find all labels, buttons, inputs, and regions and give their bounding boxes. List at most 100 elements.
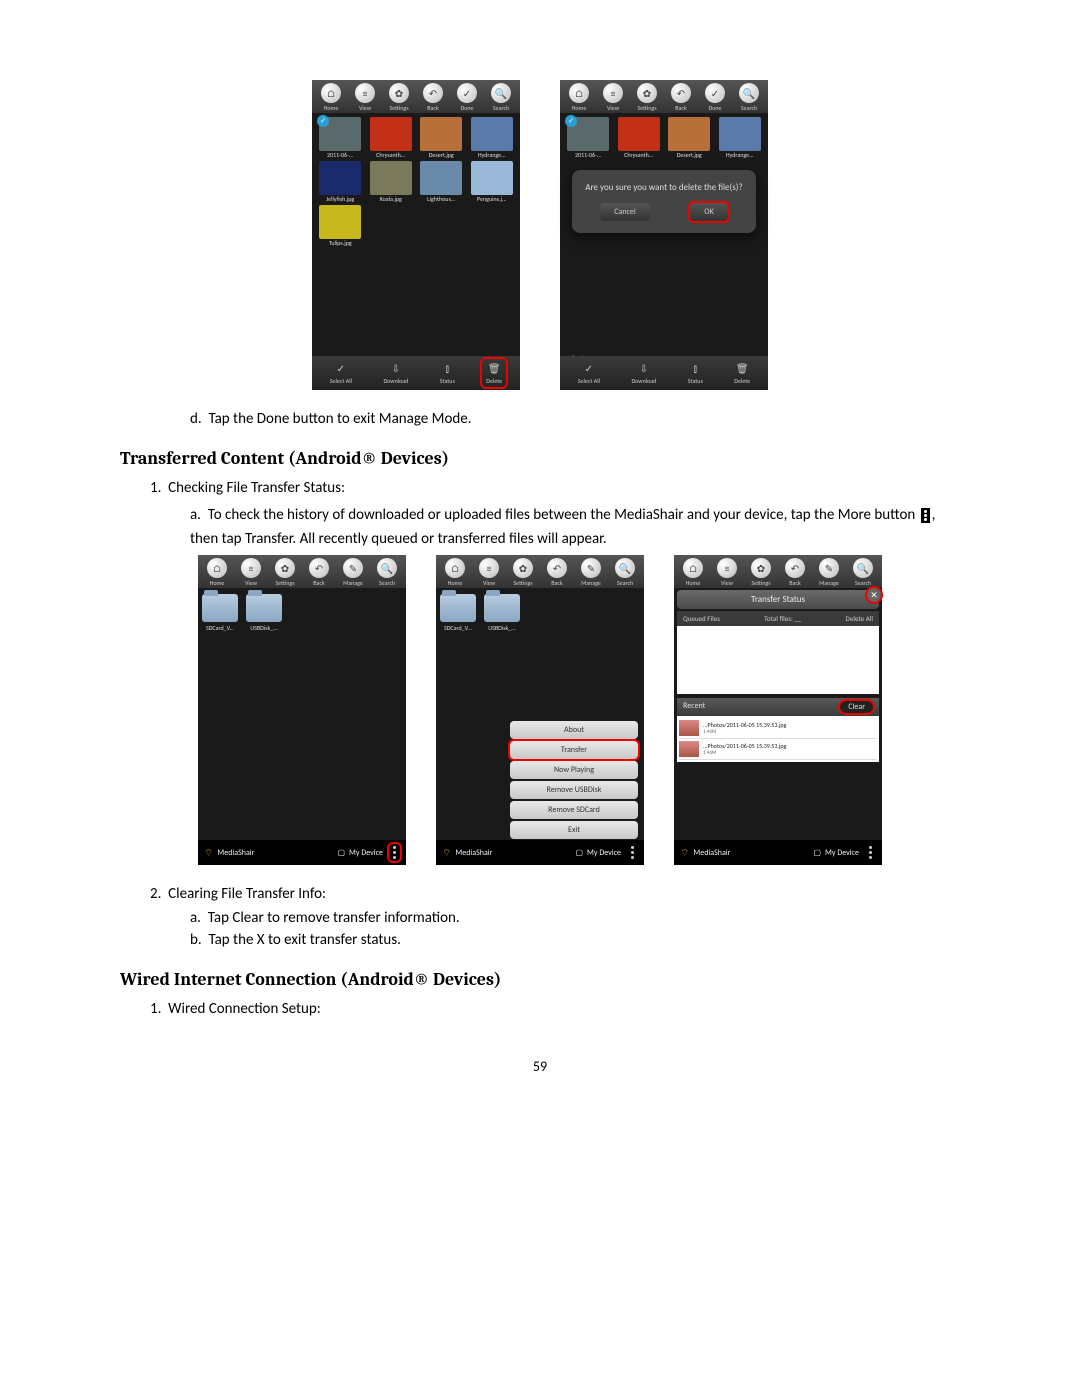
toolbar-settings[interactable]: ✿Settings bbox=[513, 558, 533, 587]
thumbnail[interactable]: Tulips.jpg bbox=[316, 205, 365, 247]
folder[interactable]: SDCard_V... bbox=[440, 594, 476, 632]
thumbnail[interactable]: Penguins.j... bbox=[468, 161, 517, 203]
toolbar-home[interactable]: ⌂Home bbox=[321, 83, 341, 112]
thumbnail[interactable]: Lighthous... bbox=[417, 161, 466, 203]
toolbar-search[interactable]: 🔍Search bbox=[615, 558, 635, 587]
close-icon[interactable]: ✕ bbox=[867, 588, 881, 602]
cancel-button[interactable]: Cancel bbox=[600, 203, 650, 221]
home-icon: ⌂ bbox=[569, 83, 589, 103]
thumbnail[interactable]: 2011-06-... bbox=[564, 117, 613, 159]
thumbnail[interactable]: Koala.jpg bbox=[367, 161, 416, 203]
toolbar-search[interactable]: 🔍Search bbox=[491, 83, 511, 112]
thumbnail[interactable]: Jellyfish.jpg bbox=[316, 161, 365, 203]
screenshot-more-menu: ⌂Home ≡View ✿Settings ↶Back ✎Manage 🔍Search S… bbox=[436, 555, 644, 865]
bottom-status[interactable]: ⫾Status bbox=[436, 359, 459, 387]
toolbar-manage[interactable]: ✎Manage bbox=[581, 558, 601, 587]
thumbnail[interactable]: Hydrange... bbox=[468, 117, 517, 159]
toolbar-search[interactable]: 🔍Search bbox=[739, 83, 759, 112]
thumbnail[interactable]: Chrysanth... bbox=[367, 117, 416, 159]
transfer-item[interactable]: ...Photos/2011-06-05 15.39.53.jpg1.46M bbox=[679, 718, 877, 739]
home-icon: ⌂ bbox=[445, 558, 465, 578]
toolbar-home[interactable]: ⌂Home bbox=[207, 558, 227, 587]
wifi-icon: ⌔ bbox=[204, 846, 213, 860]
toolbar-settings[interactable]: ✿Settings bbox=[637, 83, 657, 112]
toolbar-done[interactable]: ✓Done bbox=[705, 83, 725, 112]
home-icon: ⌂ bbox=[683, 558, 703, 578]
thumbnail[interactable]: 2011-06-... bbox=[316, 117, 365, 159]
toolbar-search[interactable]: 🔍Search bbox=[377, 558, 397, 587]
menu-about[interactable]: About bbox=[510, 721, 638, 739]
menu-now-playing[interactable]: Now Playing bbox=[510, 761, 638, 779]
toolbar-back[interactable]: ↶Back bbox=[785, 558, 805, 587]
top-toolbar: ⌂Home ≡View ✿Settings ↶Back ✓Done 🔍Search bbox=[312, 80, 520, 113]
screenshot-transfer-status: ⌂Home ≡View ✿Settings ↶Back ✎Manage 🔍Search T… bbox=[674, 555, 882, 865]
folder[interactable]: USBDisk_... bbox=[246, 594, 282, 632]
bottom-select-all[interactable]: ✓Select All bbox=[574, 359, 604, 387]
bottom-download[interactable]: ⇩Download bbox=[627, 359, 660, 387]
queued-list bbox=[677, 626, 879, 694]
toolbar-view[interactable]: ≡View bbox=[241, 558, 261, 587]
heading-transferred-content: Transferred Content (Android® Devices) bbox=[120, 448, 960, 469]
toolbar-search[interactable]: 🔍Search bbox=[853, 558, 873, 587]
settings-icon: ✿ bbox=[275, 558, 295, 578]
thumbnail[interactable]: Desert.jpg bbox=[417, 117, 466, 159]
toolbar-home[interactable]: ⌂Home bbox=[445, 558, 465, 587]
clear-button[interactable]: Clear bbox=[840, 701, 873, 713]
bottom-select-all[interactable]: ✓Select All bbox=[326, 359, 356, 387]
toolbar-home[interactable]: ⌂Home bbox=[683, 558, 703, 587]
toolbar-done[interactable]: ✓Done bbox=[457, 83, 477, 112]
page-number: 59 bbox=[120, 1058, 960, 1075]
home-icon: ⌂ bbox=[321, 83, 341, 103]
bottom-delete[interactable]: 🗑Delete bbox=[730, 359, 754, 387]
step-2b: b. Tap the X to exit transfer status. bbox=[190, 931, 960, 949]
delete-all-button[interactable]: Delete All bbox=[846, 614, 873, 623]
more-button[interactable] bbox=[389, 844, 400, 861]
transfer-status-header: Transfer Status ✕ bbox=[677, 590, 879, 609]
menu-remove-usbdisk[interactable]: Remove USBDisk bbox=[510, 781, 638, 799]
more-button[interactable] bbox=[865, 844, 876, 861]
toolbar-back[interactable]: ↶Back bbox=[309, 558, 329, 587]
back-icon: ↶ bbox=[547, 558, 567, 578]
toolbar-view[interactable]: ≡View bbox=[479, 558, 499, 587]
toolbar-manage[interactable]: ✎Manage bbox=[343, 558, 363, 587]
toolbar-manage[interactable]: ✎Manage bbox=[819, 558, 839, 587]
screenshot-delete-select: ⌂Home ≡View ✿Settings ↶Back ✓Done 🔍Search 201… bbox=[312, 80, 520, 390]
toolbar-settings[interactable]: ✿Settings bbox=[751, 558, 771, 587]
folder[interactable]: SDCard_V... bbox=[202, 594, 238, 632]
more-button[interactable] bbox=[627, 844, 638, 861]
toolbar-settings[interactable]: ✿Settings bbox=[389, 83, 409, 112]
toolbar-settings[interactable]: ✿Settings bbox=[275, 558, 295, 587]
step-1a: a. To check the history of downloaded or… bbox=[190, 503, 960, 551]
menu-exit[interactable]: Exit bbox=[510, 821, 638, 839]
bottom-delete[interactable]: 🗑Delete bbox=[482, 359, 506, 387]
view-icon: ≡ bbox=[355, 83, 375, 103]
recent-label: Recent bbox=[683, 701, 705, 713]
toolbar-back[interactable]: ↶Back bbox=[547, 558, 567, 587]
screenshot-delete-confirm: ⌂Home ≡View ✿Settings ↶Back ✓Done 🔍Search 201… bbox=[560, 80, 768, 390]
bottom-download[interactable]: ⇩Download bbox=[379, 359, 412, 387]
view-icon: ≡ bbox=[479, 558, 499, 578]
toolbar-view[interactable]: ≡View bbox=[603, 83, 623, 112]
folder-icon bbox=[440, 594, 476, 622]
toolbar-view[interactable]: ≡View bbox=[717, 558, 737, 587]
folder[interactable]: USBDisk_... bbox=[484, 594, 520, 632]
toolbar-back[interactable]: ↶Back bbox=[671, 83, 691, 112]
menu-remove-sdcard[interactable]: Remove SDCard bbox=[510, 801, 638, 819]
bottom-status[interactable]: ⫾Status bbox=[684, 359, 707, 387]
bottom-bar: ⌔MediaShair ▢My Device bbox=[198, 840, 406, 865]
done-icon: ✓ bbox=[705, 83, 725, 103]
back-icon: ↶ bbox=[423, 83, 443, 103]
home-icon: ⌂ bbox=[207, 558, 227, 578]
toolbar-view[interactable]: ≡View bbox=[355, 83, 375, 112]
toolbar-home[interactable]: ⌂Home bbox=[569, 83, 589, 112]
thumbnail[interactable]: Hydrange... bbox=[716, 117, 765, 159]
search-icon: 🔍 bbox=[853, 558, 873, 578]
menu-transfer[interactable]: Transfer bbox=[510, 741, 638, 759]
settings-icon: ✿ bbox=[637, 83, 657, 103]
toolbar-back[interactable]: ↶Back bbox=[423, 83, 443, 112]
thumbnail[interactable]: Desert.jpg bbox=[665, 117, 714, 159]
transfer-item[interactable]: ...Photos/2011-06-05 15.39.53.jpg1.46M bbox=[679, 739, 877, 760]
ok-button[interactable]: OK bbox=[690, 203, 727, 221]
thumbnail[interactable]: Chrysanth... bbox=[615, 117, 664, 159]
device-icon: ▢ bbox=[337, 848, 345, 858]
